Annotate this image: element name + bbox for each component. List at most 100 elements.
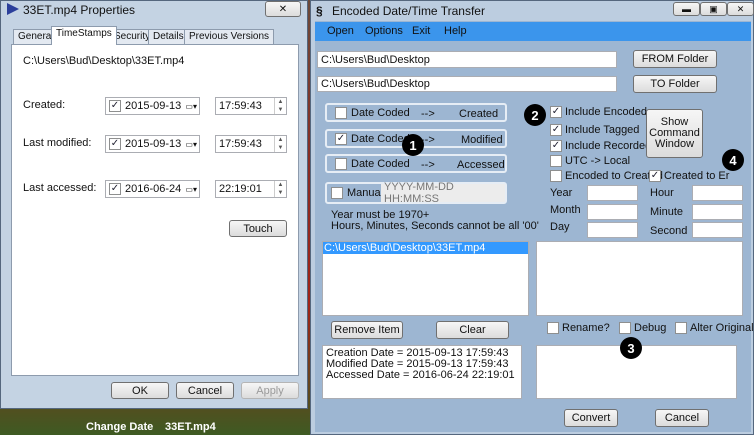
month-label: Month <box>550 204 581 216</box>
target-label: Accessed <box>457 159 505 171</box>
created-time: 17:59:43 <box>219 100 262 112</box>
include-encoded-label: Include Encoded <box>565 106 647 118</box>
output-list[interactable] <box>536 241 743 316</box>
minute-input[interactable] <box>692 204 743 220</box>
hour-input[interactable] <box>692 185 743 201</box>
file-list-item[interactable]: C:\Users\Bud\Desktop\33ET.mp4 <box>323 242 528 254</box>
month-input[interactable] <box>587 204 638 220</box>
created-to-er-checkbox[interactable]: ✓ <box>649 170 661 182</box>
target-label: Modified <box>461 134 503 146</box>
annotation-badge-2: 2 <box>524 104 546 126</box>
tab-details[interactable]: Details <box>148 29 189 45</box>
map-modified-checkbox[interactable]: ✓ <box>335 133 347 145</box>
debug-checkbox[interactable] <box>619 322 631 334</box>
remove-item-button[interactable]: Remove Item <box>331 321 403 339</box>
created-time-field[interactable]: 17:59:43 ▲ ▼ <box>215 97 287 115</box>
tab-previous-versions[interactable]: Previous Versions <box>184 29 275 45</box>
map-accessed-checkbox[interactable] <box>335 158 347 170</box>
spinner-icon[interactable]: ▲ ▼ <box>274 181 286 197</box>
accessed-date-info: Accessed Date = 2016-06-24 22:19:01 <box>326 369 515 381</box>
desktop-icon-33et[interactable]: 33ET.mp4 <box>165 421 216 433</box>
manual-date-input[interactable]: YYYY-MM-DD HH:MM:SS <box>381 181 505 205</box>
include-recorded-checkbox[interactable]: ✓ <box>550 140 562 152</box>
map-created-group: Date Coded --> Created <box>325 103 507 122</box>
spinner-icon[interactable]: ▲ ▼ <box>274 136 286 152</box>
second-label: Second <box>650 225 688 237</box>
menu-help[interactable]: Help <box>444 25 467 37</box>
properties-window: 33ET.mp4 Properties ✕ General TimeStamps… <box>0 0 308 409</box>
accessed-time: 22:19:01 <box>219 183 262 195</box>
modified-date: 2015-09-13 <box>125 138 182 150</box>
file-list[interactable]: C:\Users\Bud\Desktop\33ET.mp4 <box>322 241 529 316</box>
day-input[interactable] <box>587 222 638 238</box>
map-accessed-group: Date Coded --> Accessed <box>325 154 507 173</box>
source-label: Date Coded <box>351 133 410 145</box>
year-input[interactable] <box>587 185 638 201</box>
calendar-dropdown-icon[interactable]: ▭▾ <box>185 140 197 149</box>
menu-options[interactable]: Options <box>365 25 403 37</box>
file-path: C:\Users\Bud\Desktop\33ET.mp4 <box>23 55 185 67</box>
cancel-button[interactable]: Cancel <box>655 409 709 427</box>
from-path-input[interactable]: C:\Users\Bud\Desktop <box>317 51 617 68</box>
ok-button[interactable]: OK <box>111 382 169 399</box>
to-path-input[interactable]: C:\Users\Bud\Desktop <box>317 76 617 92</box>
utc-local-label: UTC -> Local <box>565 155 631 167</box>
to-folder-button[interactable]: TO Folder <box>633 75 717 93</box>
rename-checkbox[interactable] <box>547 322 559 334</box>
convert-button[interactable]: Convert <box>564 409 618 427</box>
annotation-badge-3: 3 <box>620 337 642 359</box>
minute-label: Minute <box>650 206 684 218</box>
desktop-icon-change-date[interactable]: Change Date <box>86 421 153 433</box>
apply-button[interactable]: Apply <box>241 382 299 399</box>
created-date-picker[interactable]: ✓ 2015-09-13 ▭▾ <box>105 97 200 115</box>
include-encoded-checkbox[interactable]: ✓ <box>550 106 562 118</box>
alter-originals-label: Alter Originals <box>690 322 754 334</box>
year-label: Year <box>550 187 573 199</box>
alter-originals-checkbox[interactable] <box>675 322 687 334</box>
arrow: --> <box>421 108 435 120</box>
calendar-dropdown-icon[interactable]: ▭▾ <box>185 102 197 111</box>
manual-group: Manual YYYY-MM-DD HH:MM:SS <box>325 181 507 205</box>
accessed-time-field[interactable]: 22:19:01 ▲ ▼ <box>215 180 287 198</box>
created-date: 2015-09-13 <box>125 100 182 112</box>
second-input[interactable] <box>692 222 743 238</box>
info-box: Creation Date = 2015-09-13 17:59:43 Modi… <box>322 345 522 399</box>
tab-timestamps[interactable]: TimeStamps <box>51 26 117 45</box>
created-label: Created: <box>23 99 66 111</box>
source-label: Date Coded <box>351 107 410 119</box>
cancel-button[interactable]: Cancel <box>176 382 234 399</box>
manual-label: Manual <box>347 187 384 199</box>
include-tagged-checkbox[interactable]: ✓ <box>550 124 562 136</box>
map-created-checkbox[interactable] <box>335 107 347 119</box>
calendar-dropdown-icon[interactable]: ▭▾ <box>185 185 197 194</box>
annotation-badge-4: 4 <box>722 149 744 171</box>
menu-open[interactable]: Open <box>327 25 354 37</box>
show-command-window-button[interactable]: Show Command Window <box>646 109 703 158</box>
day-label: Day <box>550 221 570 233</box>
accessed-date-picker[interactable]: ✓ 2016-06-24 ▭▾ <box>105 180 200 198</box>
close-button[interactable]: ✕ <box>265 1 301 17</box>
debug-label: Debug <box>634 322 667 334</box>
minimize-button[interactable]: ▬ <box>673 2 700 16</box>
modified-date-picker[interactable]: ✓ 2015-09-13 ▭▾ <box>105 135 200 153</box>
close-button[interactable]: ✕ <box>727 2 754 16</box>
maximize-button[interactable]: ▣ <box>700 2 727 16</box>
manual-checkbox[interactable] <box>331 187 343 199</box>
modified-time-field[interactable]: 17:59:43 ▲ ▼ <box>215 135 287 153</box>
rename-label: Rename? <box>562 322 610 334</box>
clear-button[interactable]: Clear <box>436 321 509 339</box>
window-title: 33ET.mp4 Properties <box>23 3 136 17</box>
app-window: § Encoded Date/Time Transfer ▬ ▣ ✕ Open … <box>310 0 754 435</box>
annotation-badge-1: 1 <box>402 134 424 156</box>
from-folder-button[interactable]: FROM Folder <box>633 50 717 68</box>
encoded-to-created-checkbox[interactable] <box>550 170 562 182</box>
spinner-icon[interactable]: ▲ ▼ <box>274 98 286 114</box>
arrow: --> <box>421 159 435 171</box>
touch-button[interactable]: Touch <box>229 220 287 237</box>
modified-label: Last modified: <box>23 137 92 149</box>
accessed-date: 2016-06-24 <box>125 183 182 195</box>
created-to-er-label: Created to Er <box>664 170 730 182</box>
hour-label: Hour <box>650 187 674 199</box>
menu-exit[interactable]: Exit <box>412 25 430 37</box>
utc-local-checkbox[interactable] <box>550 155 562 167</box>
